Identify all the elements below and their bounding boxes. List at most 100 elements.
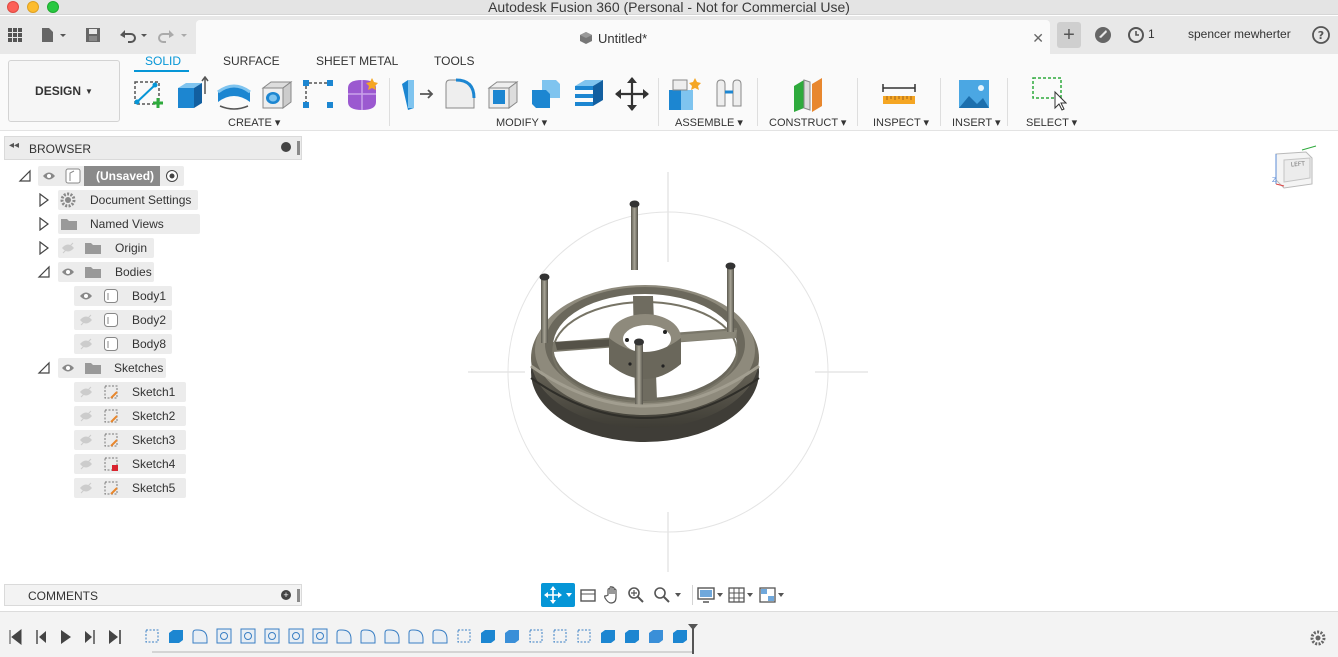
undo-icon[interactable] <box>116 25 150 45</box>
tab-tools[interactable]: TOOLS <box>434 54 474 70</box>
tree-item-sketch2[interactable]: Sketch2 <box>74 406 194 426</box>
activate-radio-icon[interactable] <box>165 169 179 183</box>
timeline-feature-fillet-icon[interactable] <box>432 629 448 644</box>
timeline-feature-extrude-icon[interactable] <box>481 630 495 643</box>
combine-icon[interactable] <box>528 76 564 112</box>
view-cube[interactable]: LEFT Z <box>1272 145 1317 189</box>
hidden-eye-icon[interactable] <box>79 314 93 326</box>
new-component-icon[interactable] <box>667 76 703 112</box>
timeline-feature-sketch-icon[interactable] <box>145 629 159 643</box>
timeline-feature-extrude-icon[interactable] <box>601 630 615 643</box>
timeline-feature-fillet-icon[interactable] <box>336 629 352 644</box>
next-step-icon[interactable] <box>85 631 92 643</box>
tree-item-body8[interactable]: Body8 <box>74 334 194 354</box>
display-settings-icon[interactable] <box>696 586 724 604</box>
tree-item-sketch1[interactable]: Sketch1 <box>74 382 194 402</box>
insert-image-icon[interactable] <box>957 76 993 112</box>
timeline-features[interactable] <box>145 628 687 644</box>
tree-item-origin[interactable]: Origin <box>34 238 234 258</box>
hidden-eye-icon[interactable] <box>79 482 93 494</box>
expand-triangle-icon[interactable] <box>37 241 51 255</box>
pan-hand-icon[interactable] <box>603 586 621 604</box>
zoom-icon[interactable] <box>627 586 645 604</box>
add-comment-icon[interactable]: + <box>281 590 291 600</box>
previous-step-icon[interactable] <box>39 631 46 643</box>
go-to-end-icon[interactable] <box>109 630 118 644</box>
timeline-feature-fillet-icon[interactable] <box>408 629 424 644</box>
timeline-feature-combine-icon[interactable] <box>505 630 519 643</box>
collapse-triangle-icon[interactable] <box>18 169 32 183</box>
look-at-icon[interactable] <box>579 587 597 603</box>
offset-plane-icon[interactable] <box>790 76 826 112</box>
tree-item-sketches[interactable]: Sketches <box>34 358 234 378</box>
tree-item-sketch3[interactable]: Sketch3 <box>74 430 194 450</box>
timeline-feature-sketch-icon[interactable] <box>577 629 591 643</box>
timeline-feature-combine-icon[interactable] <box>649 630 663 643</box>
timeline-feature-sketch-icon[interactable] <box>529 629 543 643</box>
move-icon[interactable] <box>614 76 650 112</box>
collapse-triangle-icon[interactable] <box>37 361 51 375</box>
tree-item-sketch4[interactable]: Sketch4 <box>74 454 194 474</box>
revolve-icon[interactable] <box>216 76 252 112</box>
measure-icon[interactable] <box>881 76 917 112</box>
redo-icon[interactable] <box>158 25 192 45</box>
tree-item-body1[interactable]: Body1 <box>74 286 194 306</box>
hidden-eye-icon[interactable] <box>79 434 93 446</box>
create-form-icon[interactable] <box>344 76 380 112</box>
tab-sheet-metal[interactable]: SHEET METAL <box>316 54 398 70</box>
tree-item-body2[interactable]: Body2 <box>74 310 194 330</box>
expand-triangle-icon[interactable] <box>37 193 51 207</box>
shell-icon[interactable] <box>571 76 607 112</box>
insert-menu[interactable]: INSERT ▾ <box>952 116 1001 129</box>
browser-root-row[interactable]: (Unsaved) <box>14 166 304 186</box>
grid-settings-icon[interactable] <box>727 586 755 604</box>
create-sketch-icon[interactable] <box>131 76 167 112</box>
timeline-feature-extrude-icon[interactable] <box>169 630 183 643</box>
fit-zoom-icon[interactable] <box>653 586 683 604</box>
user-account-name[interactable]: spencer mewherter <box>1188 27 1291 41</box>
orbit-button[interactable] <box>541 583 575 607</box>
job-status-icon[interactable] <box>1127 25 1145 45</box>
tab-solid[interactable]: SOLID <box>145 54 181 70</box>
extrude-icon[interactable] <box>174 76 210 112</box>
timeline-feature-sketch-icon[interactable] <box>553 629 567 643</box>
timeline-feature-extrude-icon[interactable] <box>673 630 687 643</box>
tree-item-document-settings[interactable]: Document Settings <box>34 190 234 210</box>
pin-panel-icon[interactable] <box>297 141 300 155</box>
document-tab[interactable]: Untitled* ✕ <box>196 20 1050 54</box>
timeline-feature-hole-icon[interactable] <box>216 628 232 644</box>
go-to-start-icon[interactable] <box>9 628 22 646</box>
hidden-eye-icon[interactable] <box>79 458 93 470</box>
select-menu[interactable]: SELECT ▾ <box>1026 116 1077 129</box>
collapse-triangle-icon[interactable] <box>37 265 51 279</box>
timeline-feature-fillet-icon[interactable] <box>360 629 376 644</box>
inspect-menu[interactable]: INSPECT ▾ <box>873 116 929 129</box>
joint-icon[interactable] <box>711 76 747 112</box>
assemble-menu[interactable]: ASSEMBLE ▾ <box>675 116 743 129</box>
hidden-eye-icon[interactable] <box>79 338 93 350</box>
press-pull-icon[interactable] <box>400 76 436 112</box>
timeline-feature-hole-icon[interactable] <box>264 628 280 644</box>
pin-panel-icon[interactable] <box>297 589 300 602</box>
extensions-icon[interactable] <box>1093 25 1113 45</box>
tab-surface[interactable]: SURFACE <box>223 54 280 70</box>
minimize-panel-icon[interactable] <box>281 142 291 152</box>
window-select-icon[interactable] <box>1031 76 1067 112</box>
timeline-feature-hole-icon[interactable] <box>240 628 256 644</box>
wheel-model[interactable] <box>530 200 760 443</box>
visibility-eye-icon[interactable] <box>61 266 75 278</box>
timeline-feature-fillet-icon[interactable] <box>192 629 208 644</box>
play-icon[interactable] <box>61 630 71 644</box>
hidden-eye-icon[interactable] <box>79 410 93 422</box>
construct-menu[interactable]: CONSTRUCT ▾ <box>769 116 846 129</box>
create-menu[interactable]: CREATE ▾ <box>228 116 280 129</box>
pattern-icon[interactable] <box>301 76 337 112</box>
comments-panel-header[interactable]: COMMENTS + <box>4 584 302 606</box>
tree-item-sketch5[interactable]: Sketch5 <box>74 478 194 498</box>
model-canvas[interactable]: LEFT Z <box>305 132 1338 608</box>
workspace-switcher[interactable]: DESIGN ▼ <box>8 60 120 122</box>
visibility-eye-icon[interactable] <box>61 362 75 374</box>
hidden-eye-icon[interactable] <box>79 386 93 398</box>
help-icon[interactable]: ? <box>1311 25 1331 45</box>
visibility-eye-icon[interactable] <box>79 290 93 302</box>
